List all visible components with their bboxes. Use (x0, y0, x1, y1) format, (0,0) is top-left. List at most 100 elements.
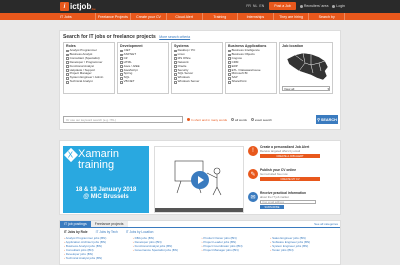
checkbox[interactable] (120, 80, 123, 84)
banner-place: @ MIC Brussels (83, 194, 129, 200)
checkbox[interactable] (174, 69, 177, 72)
user-icon (299, 4, 303, 8)
checkbox[interactable] (66, 57, 69, 61)
nav-freelance[interactable]: Freelance Projects (96, 13, 132, 20)
search-button[interactable]: ⚲ SEARCH (316, 115, 338, 124)
nav-internships[interactable]: Internships (238, 13, 274, 20)
location-select[interactable]: View all ▾ (282, 86, 330, 91)
checkbox[interactable] (174, 77, 177, 80)
checkbox[interactable] (66, 61, 69, 64)
checkbox[interactable] (228, 73, 231, 76)
checkbox[interactable] (174, 80, 177, 84)
nav-hiring[interactable]: They are hiring (274, 13, 310, 20)
checkbox[interactable] (66, 77, 69, 80)
xamarin-banner[interactable]: X Xamarin training 18 & 19 January 2018 … (63, 146, 149, 213)
checkbox[interactable] (228, 80, 231, 84)
subscribe-button[interactable]: SUBSCRIBE (260, 205, 284, 209)
side-cta-list: ! Create a personalized Job Alert Receiv… (248, 145, 338, 215)
newsletter-email-input[interactable]: Your email address (260, 200, 316, 204)
play-icon[interactable] (191, 171, 209, 189)
see-all-categories-link[interactable]: See all categories (314, 221, 340, 227)
checkbox[interactable] (228, 49, 231, 53)
radio-dot[interactable] (231, 118, 235, 121)
keyword-search-input[interactable]: Or use our keyword search (e.g. ITIL) (63, 116, 183, 123)
nav-create-cv[interactable]: Create your CV (131, 13, 167, 20)
business-apps-column: Business Applications Business Intellige… (225, 42, 277, 94)
checkbox[interactable] (120, 53, 123, 57)
subtab-by-role[interactable]: IT Jobs by Role (64, 230, 88, 234)
banner-date: 18 & 19 January 2018 (75, 187, 137, 193)
recruiters-link[interactable]: Recruiters' area (299, 4, 328, 8)
job-postings-section: IT job postings Freelance projects See a… (59, 220, 341, 265)
checkbox[interactable] (120, 73, 123, 76)
mail-icon: ✉ (248, 192, 258, 202)
nav-it-jobs[interactable]: IT Jobs (60, 13, 96, 20)
checkbox[interactable] (120, 49, 123, 53)
radio-all-words[interactable]: all words (231, 118, 247, 122)
checkbox[interactable] (228, 57, 231, 61)
video-player[interactable] (154, 146, 244, 213)
checkbox[interactable] (66, 73, 69, 76)
checkbox[interactable] (66, 53, 69, 57)
lang-fr[interactable]: FR (246, 4, 251, 8)
create-job-alert-button[interactable]: CREATE A JOB ALERT (260, 154, 320, 158)
filter-option[interactable]: SharePoint (228, 79, 274, 84)
tab-it-job-postings[interactable]: IT job postings (60, 221, 91, 227)
checkbox[interactable] (174, 57, 177, 61)
bell-icon: ! (248, 146, 258, 156)
login-icon (332, 4, 336, 8)
checkbox[interactable] (228, 65, 231, 68)
create-cv-button[interactable]: CREATE MY CV (260, 177, 320, 181)
logo-text: ictjob (70, 2, 92, 11)
job-link[interactable]: Project Manager jobs (BN) (202, 248, 268, 252)
checkbox[interactable] (228, 69, 231, 72)
checkbox[interactable] (120, 61, 123, 64)
more-criteria-link[interactable]: More search criteria (159, 35, 190, 39)
login-link[interactable]: Login (332, 4, 345, 8)
radio-in-short[interactable]: In short and in many words (187, 118, 227, 122)
site-logo[interactable]: i ictjob .be (60, 2, 96, 11)
nav-training[interactable]: Training (203, 13, 239, 20)
job-link[interactable]: Tester jobs (BN) (270, 248, 336, 252)
checkbox[interactable] (174, 73, 177, 76)
nav-cloud-alert[interactable]: Cloud Alert (167, 13, 203, 20)
search-title-text: Search for IT jobs or freelance projects (63, 34, 156, 40)
checkbox[interactable] (228, 61, 231, 64)
post-job-button[interactable]: Post a Job (269, 2, 296, 10)
checkbox[interactable] (66, 80, 69, 84)
checkbox[interactable] (120, 57, 123, 61)
checkbox[interactable] (120, 65, 123, 68)
location-column: Job location View all ▾ (279, 42, 333, 94)
checkbox[interactable] (174, 53, 177, 57)
logo-suffix: .be (91, 7, 96, 11)
job-link[interactable]: Governance Specialist jobs (BN) (133, 248, 199, 252)
job-column: Product Owner jobs (BN) Project Leader j… (202, 236, 268, 260)
checkbox[interactable] (120, 77, 123, 80)
filter-option[interactable]: Technical Analyst (66, 79, 112, 84)
checkbox[interactable] (174, 49, 177, 53)
radio-dot[interactable] (187, 118, 190, 121)
radio-exact[interactable]: exact search (250, 118, 272, 122)
checkbox[interactable] (66, 49, 69, 53)
belgium-map[interactable] (283, 49, 331, 83)
checkbox[interactable] (228, 77, 231, 80)
tab-freelance-projects[interactable]: Freelance projects (90, 221, 128, 227)
checkbox[interactable] (66, 69, 69, 72)
job-link[interactable]: Technical Analyst jobs (BN) (64, 256, 130, 260)
subtab-by-location[interactable]: IT Jobs by Location (126, 230, 154, 234)
filter-option[interactable]: Windows Server (174, 79, 220, 84)
checkbox[interactable] (174, 65, 177, 68)
radio-dot[interactable] (250, 118, 254, 121)
checkbox[interactable] (120, 69, 123, 72)
checkbox[interactable] (66, 65, 69, 68)
checkbox[interactable] (174, 61, 177, 64)
checkbox[interactable] (228, 53, 231, 57)
login-label: Login (336, 4, 345, 8)
subtab-by-tech[interactable]: IT Jobs by Tech (96, 230, 118, 234)
lang-en[interactable]: EN (259, 4, 264, 8)
video-controls[interactable] (155, 208, 243, 212)
nav-search-by[interactable]: Search by (309, 13, 345, 20)
filter-option[interactable]: VB.NET (120, 79, 166, 84)
lang-nl[interactable]: NL (253, 4, 257, 8)
logo-icon: i (60, 2, 69, 11)
